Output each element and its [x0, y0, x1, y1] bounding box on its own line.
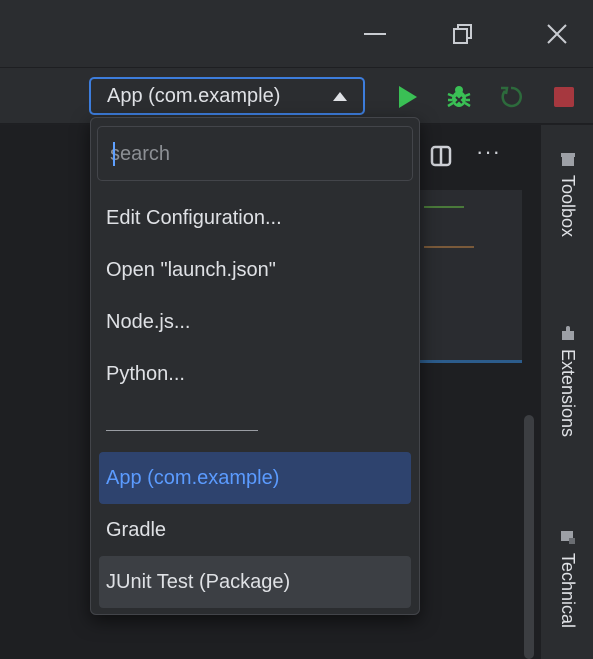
restore-button[interactable]: [443, 14, 483, 54]
run-configuration-label: App (com.example): [107, 84, 281, 107]
right-tool-strip: Toolbox Extensions Technical: [540, 125, 593, 659]
search-input[interactable]: [110, 139, 400, 169]
split-editor-icon: [430, 145, 452, 167]
menu-item-app-com-example[interactable]: App (com.example): [99, 452, 411, 504]
menu-item-edit-configuration[interactable]: Edit Configuration...: [99, 192, 411, 244]
toolbox-icon: [560, 153, 575, 166]
caret-up-icon: [333, 92, 347, 101]
rerun-icon: [501, 86, 522, 108]
stop-icon: [554, 87, 574, 107]
tool-toolbox[interactable]: Toolbox: [541, 151, 593, 237]
minimap-viewport-indicator: [420, 360, 522, 363]
close-button[interactable]: [537, 14, 577, 54]
editor-scrollbar-thumb[interactable]: [524, 415, 534, 659]
menu-item-junit-test-package[interactable]: JUnit Test (Package): [99, 556, 411, 608]
menu-separator: [106, 430, 258, 431]
search-box[interactable]: [97, 126, 413, 181]
restore-icon: [453, 24, 472, 44]
run-button[interactable]: [393, 82, 423, 112]
rerun-button[interactable]: [496, 82, 526, 112]
menu-item-nodejs[interactable]: Node.js...: [99, 296, 411, 348]
minimap-line: [424, 246, 474, 248]
run-configuration-selector[interactable]: App (com.example): [89, 77, 365, 115]
technical-icon: [560, 531, 575, 544]
more-actions-button[interactable]: ···: [476, 139, 501, 165]
menu-item-open-launch-json[interactable]: Open "launch.json": [99, 244, 411, 296]
extensions-puzzle-icon: [561, 326, 574, 340]
debug-bug-icon: [447, 86, 471, 108]
run-configuration-dropdown: Edit Configuration... Open "launch.json"…: [90, 117, 420, 615]
stop-button[interactable]: [549, 82, 579, 112]
menu-item-python[interactable]: Python...: [99, 348, 411, 400]
minimize-icon: [364, 33, 386, 35]
debug-button[interactable]: [444, 82, 474, 112]
tool-label: Extensions: [558, 349, 578, 438]
close-icon: [547, 24, 567, 44]
main-toolbar: App (com.example): [0, 68, 593, 124]
run-icon: [399, 86, 417, 108]
text-cursor: [113, 142, 115, 166]
tool-label: Toolbox: [558, 175, 578, 238]
tool-technical[interactable]: Technical: [541, 529, 593, 628]
minimap[interactable]: [420, 190, 522, 362]
menu-item-gradle[interactable]: Gradle: [99, 504, 411, 556]
tool-label: Technical: [558, 553, 578, 629]
split-editor-button[interactable]: [430, 145, 452, 172]
title-bar: [0, 0, 593, 68]
minimap-line: [424, 206, 464, 208]
tool-extensions[interactable]: Extensions: [541, 325, 593, 437]
minimize-button[interactable]: [355, 14, 395, 54]
